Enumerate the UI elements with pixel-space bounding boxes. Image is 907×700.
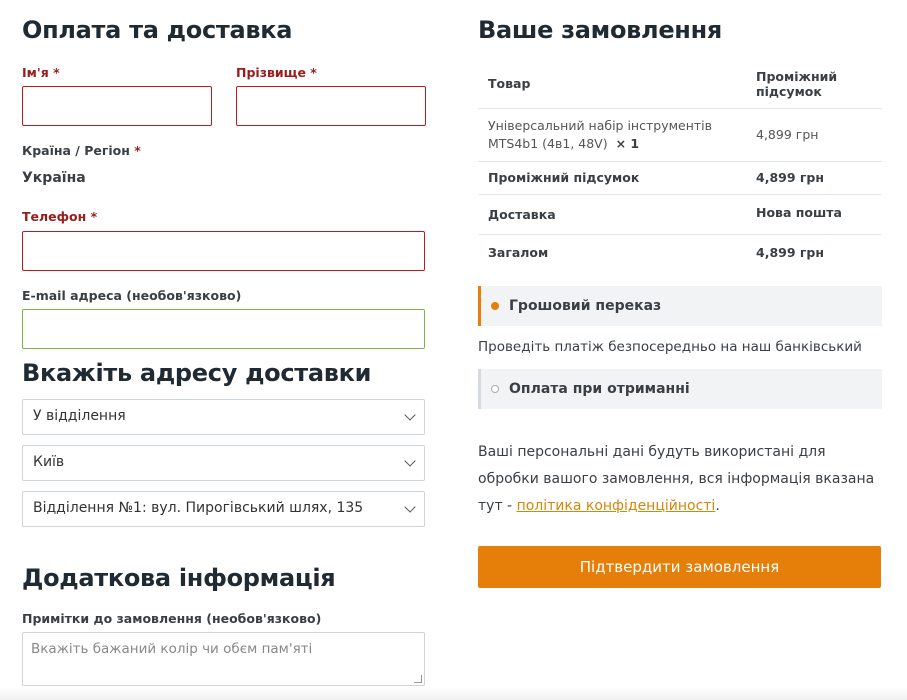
shipping-title: Вкажіть адресу доставки: [22, 359, 372, 387]
bottom-shadow: [0, 688, 907, 700]
country-value: Україна: [22, 170, 86, 186]
email-label: E-mail адреса (необов'язково): [22, 288, 242, 303]
billing-title: Оплата та доставка: [22, 16, 293, 44]
branch-select[interactable]: Відділення №1: вул. Пирогівський шлях, 1…: [22, 491, 425, 527]
branch-value: Відділення №1: вул. Пирогівський шлях, 1…: [33, 500, 364, 516]
payment-option-label: Грошовий переказ: [509, 298, 662, 314]
item-name-line2: MTS4b1 (4в1, 48V): [488, 135, 608, 151]
phone-label: Телефон *: [22, 209, 97, 224]
total-label: Загалом: [488, 244, 549, 260]
phone-input[interactable]: [22, 231, 425, 271]
privacy-notice: Ваші персональні дані будуть використані…: [478, 439, 882, 520]
city-value: Київ: [33, 454, 65, 470]
last-name-label: Прізвище *: [236, 65, 317, 80]
country-label-text: Країна / Регіон: [22, 143, 130, 158]
required-mark: *: [310, 65, 317, 80]
first-name-input[interactable]: [22, 86, 212, 126]
last-name-label-text: Прізвище: [236, 65, 306, 80]
total-value: 4,899 грн: [756, 244, 825, 260]
subtotal-value: 4,899 грн: [746, 161, 882, 195]
col-subtotal-header: Проміжний підсумок: [746, 60, 882, 109]
additional-title: Додаткова інформація: [22, 564, 336, 592]
item-price: 4,899 грн: [746, 108, 882, 162]
table-header-row: Товар Проміжний підсумок: [478, 60, 882, 109]
order-notes-textarea[interactable]: Вкажіть бажаний колір чи обєм пам'яті: [22, 632, 425, 686]
total-row: Загалом 4,899 грн: [478, 234, 882, 270]
required-mark: *: [134, 143, 141, 158]
subtotal-row: Проміжний підсумок 4,899 грн: [478, 161, 882, 195]
privacy-end: .: [715, 498, 720, 514]
shipping-row: Доставка Нова пошта: [478, 194, 882, 235]
col-subtotal-line2: підсумок: [756, 83, 822, 99]
delivery-method-value: У відділення: [33, 408, 126, 424]
first-name-label: Ім'я *: [22, 65, 60, 80]
order-title: Ваше замовлення: [478, 16, 722, 44]
table-row: Універсальний набір інструментів MTS4b1 …: [478, 108, 882, 162]
place-order-button[interactable]: Підтвердити замовлення: [478, 546, 881, 588]
order-review-table: Товар Проміжний підсумок Універсальний н…: [478, 60, 882, 270]
last-name-input[interactable]: [236, 86, 426, 126]
privacy-policy-link[interactable]: політика конфіденційності: [517, 498, 716, 514]
item-name-line1: Універсальний набір інструментів: [488, 117, 713, 133]
payment-option-cod[interactable]: Оплата при отриманні: [478, 369, 882, 409]
payment-option-label: Оплата при отриманні: [509, 381, 690, 397]
city-select[interactable]: Київ: [22, 445, 425, 481]
notes-placeholder: Вкажіть бажаний колір чи обєм пам'яті: [31, 641, 313, 657]
chevron-down-icon: [404, 455, 416, 467]
radio-selected-icon[interactable]: [491, 302, 499, 310]
first-name-label-text: Ім'я: [22, 65, 49, 80]
required-mark: *: [90, 209, 98, 224]
resize-handle-icon[interactable]: [414, 675, 422, 683]
chevron-down-icon: [404, 501, 416, 513]
phone-label-text: Телефон: [22, 209, 87, 224]
item-qty: × 1: [615, 135, 640, 151]
subtotal-label: Проміжний підсумок: [478, 161, 746, 195]
delivery-method-select[interactable]: У відділення: [22, 399, 425, 435]
shipping-value: Нова пошта: [746, 194, 882, 235]
col-product-header: Товар: [478, 60, 746, 109]
country-label: Країна / Регіон *: [22, 143, 141, 158]
radio-unselected-icon[interactable]: [491, 385, 499, 393]
notes-label: Примітки до замовлення (необов'язково): [22, 611, 322, 626]
shipping-label: Доставка: [478, 194, 746, 235]
email-input[interactable]: [22, 309, 425, 349]
col-subtotal-line1: Проміжний: [756, 68, 838, 84]
payment-option-bank-transfer[interactable]: Грошовий переказ: [478, 286, 882, 326]
required-mark: *: [53, 65, 60, 80]
chevron-down-icon: [404, 409, 416, 421]
item-name-cell: Універсальний набір інструментів MTS4b1 …: [478, 108, 746, 162]
